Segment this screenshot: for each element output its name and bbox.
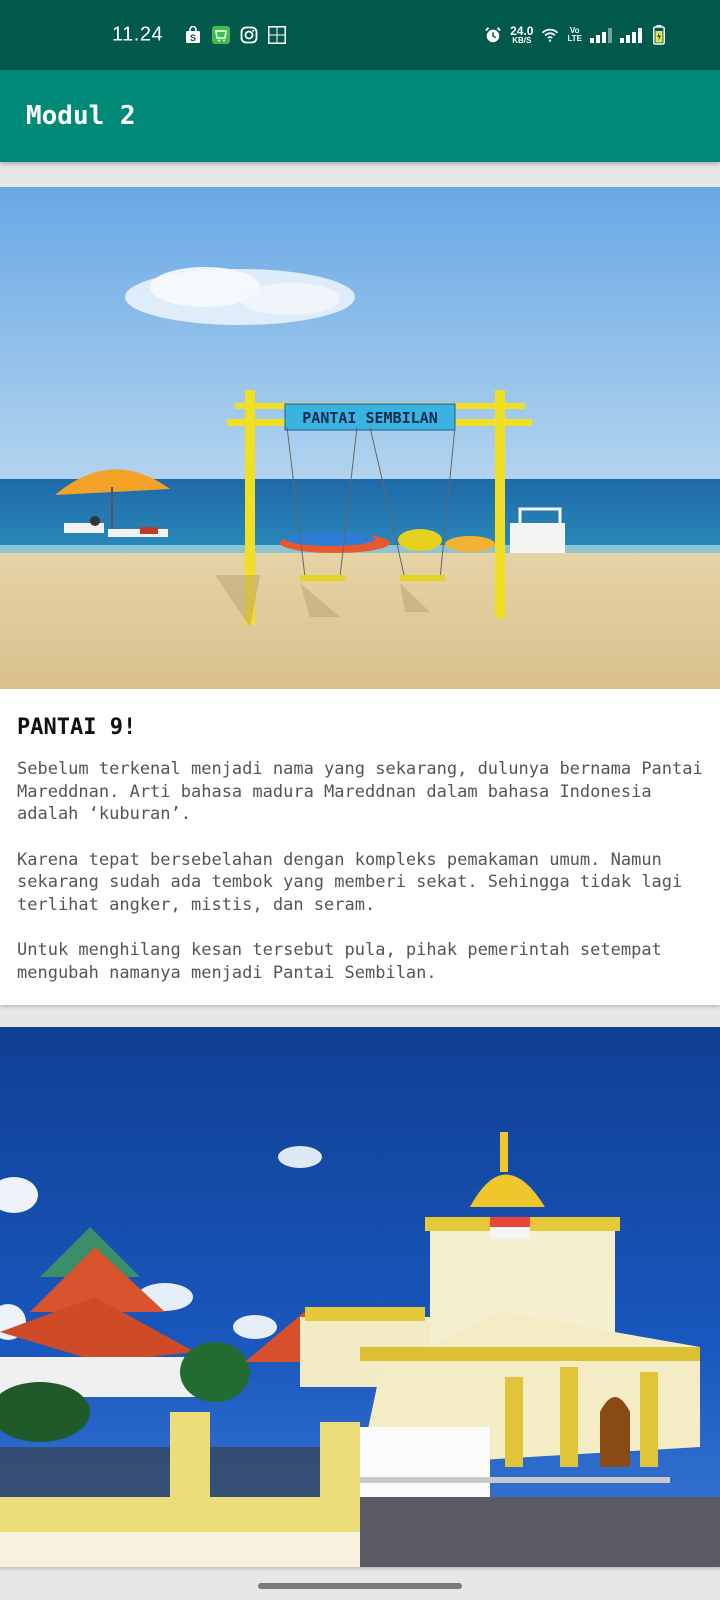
signal-strength-icon-1 <box>590 26 612 44</box>
mosque-card[interactable] <box>0 1027 720 1567</box>
store-icon <box>212 26 230 44</box>
shopping-bag-icon: S <box>184 26 202 44</box>
gesture-nav-handle[interactable] <box>258 1583 462 1589</box>
card-description: Sebelum terkenal menjadi nama yang sekar… <box>17 758 707 984</box>
volte-indicator: Vo LTE <box>567 27 582 43</box>
app-bar: Modul 2 <box>0 70 720 162</box>
battery-charging-icon <box>650 25 668 45</box>
mosque-photo <box>0 1027 720 1567</box>
description-paragraph-3: Untuk menghilang kesan tersebut pula, pi… <box>17 940 662 983</box>
card-title: PANTAI 9! <box>17 715 137 740</box>
system-icons: 24.0 KB/S Vo LTE <box>484 25 668 45</box>
notification-icons: S <box>184 26 286 44</box>
beach-photo: PANTAI SEMBILAN <box>0 187 720 689</box>
app-title: Modul 2 <box>26 101 136 131</box>
volte-bottom: LTE <box>567 34 582 43</box>
instagram-icon <box>240 26 258 44</box>
beach-card[interactable]: PANTAI SEMBILAN PANTAI 9! Sebelum terken… <box>0 187 720 1005</box>
beach-sign-text: PANTAI SEMBILAN <box>302 409 437 427</box>
uniqlo-icon <box>268 26 286 44</box>
wifi-icon <box>541 26 559 44</box>
status-time: 11.24 <box>112 23 164 46</box>
svg-text:S: S <box>190 33 196 43</box>
network-speed: 24.0 KB/S <box>510 25 533 45</box>
status-bar: 11.24 S 24.0 KB/S Vo LTE <box>0 0 720 70</box>
description-paragraph-1: Sebelum terkenal menjadi nama yang sekar… <box>17 759 703 824</box>
network-speed-unit: KB/S <box>512 36 532 45</box>
signal-strength-icon-2 <box>620 26 642 44</box>
description-paragraph-2: Karena tepat bersebelahan dengan komplek… <box>17 849 683 915</box>
alarm-clock-icon <box>484 26 502 44</box>
